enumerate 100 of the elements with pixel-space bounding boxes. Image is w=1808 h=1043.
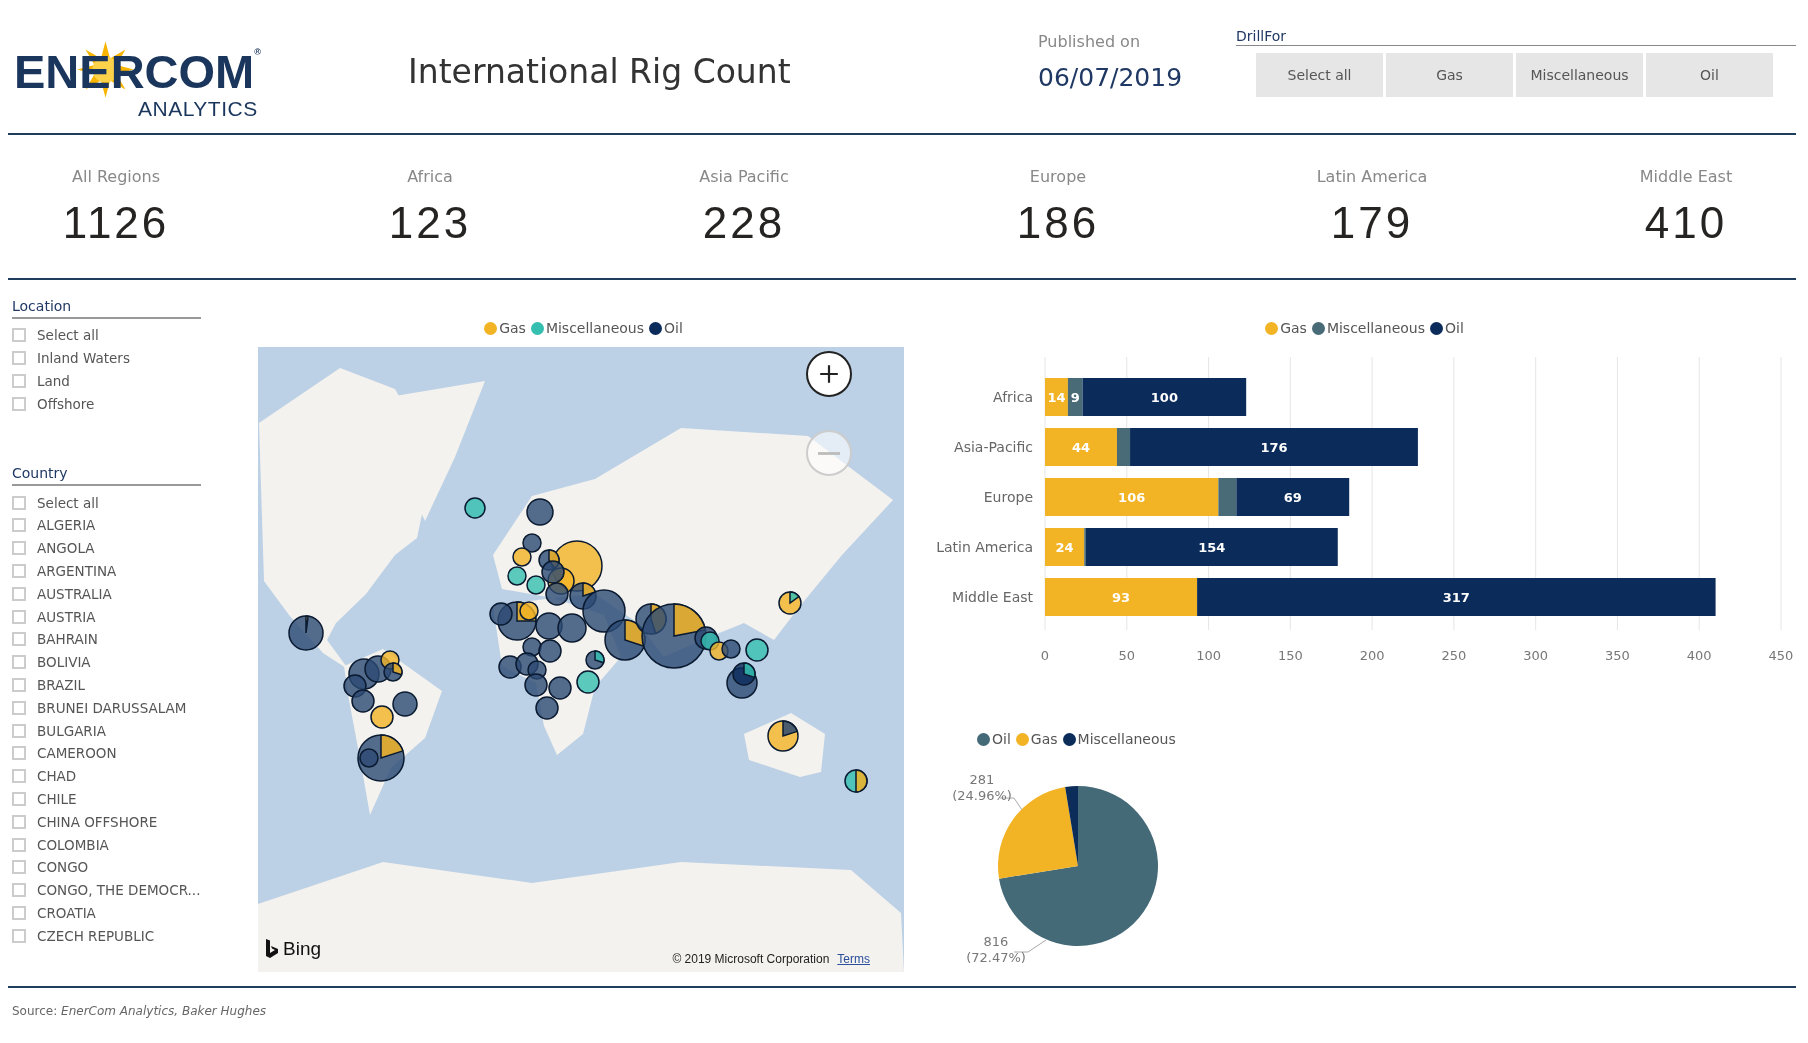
checkbox-label[interactable]: ANGOLA (37, 540, 95, 557)
checkbox-label[interactable]: CHILE (37, 790, 77, 807)
checkbox-label[interactable]: CZECH REPUBLIC (37, 927, 155, 944)
checkbox-label[interactable]: ALGERIA (37, 517, 96, 534)
checkbox[interactable] (12, 351, 26, 366)
provider-name: Bing (283, 938, 322, 960)
kpi-label: All Regions (72, 167, 160, 186)
data-label: 100 (1150, 390, 1178, 405)
checkbox-label[interactable]: CAMEROON (37, 745, 117, 762)
kpi-value: 410 (1644, 198, 1728, 248)
kpi-label: Asia Pacific (699, 167, 789, 186)
kpi-label: Europe (1029, 167, 1087, 186)
checkbox-label[interactable]: ARGENTINA (37, 562, 117, 579)
kpi-label: Middle East (1639, 167, 1733, 186)
checkbox[interactable] (12, 905, 26, 920)
checkbox-label[interactable]: Select all (37, 494, 99, 511)
checkbox[interactable] (12, 860, 26, 875)
checkbox-label[interactable]: Offshore (37, 395, 95, 412)
source-note: Source: EnerCom Analytics, Baker Hughes (12, 1004, 268, 1018)
category-label: Asia-Pacific (954, 439, 1033, 455)
category-label: Middle East (952, 589, 1033, 605)
checkbox-label[interactable]: CHAD (37, 768, 77, 785)
filter-button[interactable]: Gas (1386, 53, 1513, 97)
checkbox[interactable] (12, 632, 26, 647)
checkbox[interactable] (12, 746, 26, 761)
legend-label: Gas (1030, 731, 1058, 747)
checkbox[interactable] (12, 609, 26, 624)
published-label: Published on (1038, 32, 1142, 51)
data-label: 14 (1047, 390, 1066, 405)
axis-tick-label: 150 (1277, 648, 1303, 663)
axis-tick-label: 450 (1768, 648, 1794, 663)
checkbox[interactable] (12, 541, 26, 556)
checkbox-label[interactable]: COLOMBIA (37, 836, 109, 853)
checkbox-label[interactable]: BULGARIA (37, 722, 106, 739)
checkbox-label[interactable]: CONGO (37, 859, 89, 876)
slicer-title: Location (12, 298, 201, 319)
kpi-value: 179 (1330, 198, 1414, 248)
kpi-label: Latin America (1316, 167, 1428, 186)
kpi-value: 1126 (62, 198, 170, 248)
checkbox[interactable] (12, 518, 26, 533)
kpi-label: Africa (407, 167, 453, 186)
checkbox-label[interactable]: CHINA OFFSHORE (37, 813, 158, 830)
checkbox[interactable] (12, 563, 26, 578)
checkbox-label[interactable]: CONGO, THE DEMOCR... (37, 882, 201, 899)
filter-button[interactable]: Select all (1256, 53, 1383, 97)
dashboard-title: International Rig Count (407, 52, 791, 91)
category-label: Africa (993, 389, 1033, 405)
bing-logo-icon (265, 939, 279, 959)
category-label: Europe (983, 489, 1033, 505)
axis-tick-label: 50 (1118, 648, 1136, 663)
published-date: 06/07/2019 (1038, 63, 1184, 92)
checkbox[interactable] (12, 837, 26, 852)
filter-button[interactable]: Miscellaneous (1516, 53, 1643, 97)
checkbox-label[interactable]: BOLIVIA (37, 654, 91, 671)
copyright-text: © 2019 Microsoft Corporation (672, 952, 830, 966)
checkbox[interactable] (12, 791, 26, 806)
legend-label: Miscellaneous (545, 320, 645, 336)
checkbox-label[interactable]: AUSTRALIA (37, 585, 112, 602)
kpi-value: 186 (1016, 198, 1100, 248)
legend-label: Miscellaneous (1077, 731, 1176, 747)
checkbox-label[interactable]: Land (37, 373, 70, 389)
kpi-value: 228 (702, 198, 786, 248)
checkbox-label[interactable]: BRAZIL (37, 676, 86, 693)
checkbox[interactable] (12, 586, 26, 601)
data-label: 44 (1071, 440, 1091, 455)
checkbox[interactable] (12, 883, 26, 898)
checkbox[interactable] (12, 723, 26, 738)
legend-label: Gas (1280, 320, 1307, 336)
checkbox[interactable] (12, 328, 26, 343)
axis-tick-label: 100 (1196, 648, 1221, 663)
checkbox-label[interactable]: BAHRAIN (37, 631, 98, 648)
checkbox[interactable] (12, 700, 26, 715)
slicer-title: DrillFor (1236, 28, 1796, 46)
logo-tagline: ANALYTICS (138, 98, 258, 119)
filter-button[interactable]: Oil (1646, 53, 1773, 97)
data-label: 816 (72.47%) (966, 934, 1026, 965)
data-label: 154 (1198, 540, 1226, 555)
terms-link[interactable]: Terms (837, 952, 870, 966)
checkbox-label[interactable]: CROATIA (37, 904, 96, 921)
checkbox[interactable] (12, 374, 26, 388)
legend-label: Oil (664, 320, 683, 336)
checkbox[interactable] (12, 677, 26, 692)
checkbox[interactable] (12, 655, 26, 670)
checkbox-label[interactable]: BRUNEI DARUSSALAM (37, 699, 187, 716)
checkbox-label[interactable]: Select all (37, 327, 99, 344)
data-label: 106 (1118, 490, 1146, 505)
legend-label: Miscellaneous (1326, 320, 1426, 336)
category-label: Latin America (936, 539, 1033, 555)
checkbox[interactable] (12, 495, 26, 510)
axis-tick-label: 0 (1040, 648, 1050, 663)
checkbox-label[interactable]: Inland Waters (37, 350, 130, 367)
data-label: 69 (1283, 490, 1302, 505)
checkbox[interactable] (12, 814, 26, 829)
checkbox[interactable] (12, 928, 26, 943)
checkbox[interactable] (12, 769, 26, 784)
slicer-title: Country (12, 465, 201, 487)
checkbox[interactable] (12, 396, 26, 411)
data-label: 93 (1112, 590, 1131, 605)
legend-label: Gas (499, 320, 526, 336)
checkbox-label[interactable]: AUSTRIA (37, 608, 96, 625)
